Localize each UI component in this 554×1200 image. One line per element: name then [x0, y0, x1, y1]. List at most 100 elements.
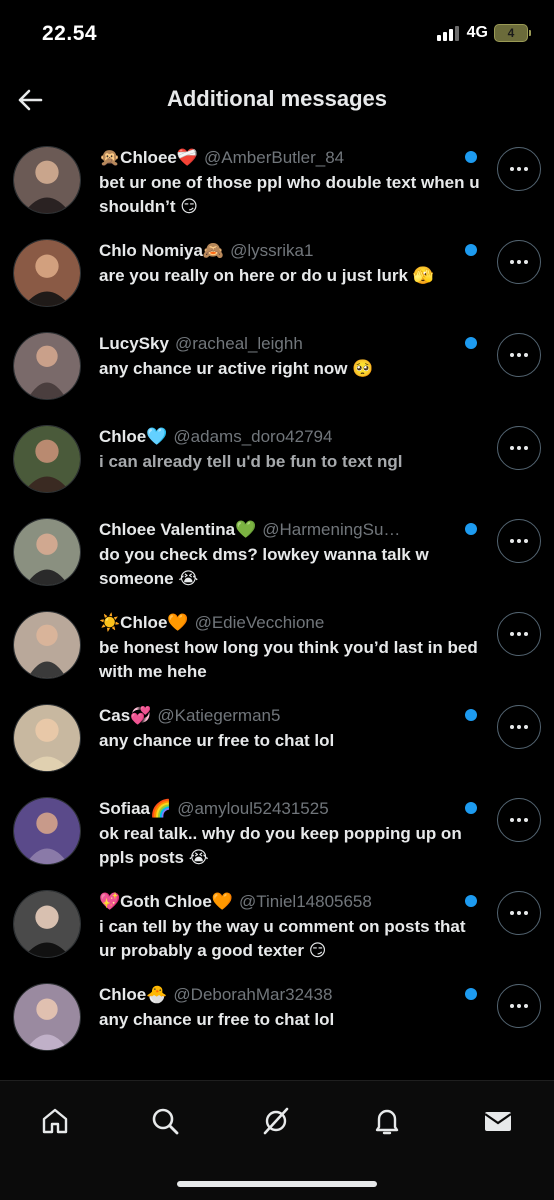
message-row[interactable]: 💖Goth Chloe🧡 @Tiniel14805658 i can tell b…: [0, 877, 554, 970]
sender-prefix-emoji: ☀️: [99, 613, 121, 632]
cellular-signal-icon: [436, 25, 459, 41]
avatar[interactable]: [13, 704, 81, 772]
sender-name: Sofiaa: [99, 799, 151, 818]
more-horizontal-icon: [510, 353, 514, 357]
more-horizontal-icon: [510, 260, 514, 264]
sender-name: Chlo Nomiya: [99, 241, 203, 260]
sender-line: Chlo Nomiya🙈 @lyssrika1: [99, 240, 474, 262]
message-preview: i can already tell u'd be fun to text ng…: [99, 452, 403, 471]
avatar[interactable]: [13, 797, 81, 865]
message-request-list[interactable]: 🙊Chloee❤️‍🩹 @AmberButler_84 bet ur one of…: [0, 133, 554, 1078]
avatar[interactable]: [13, 239, 81, 307]
sender-line: Cas💞 @Katiegerman5: [99, 705, 474, 727]
message-row[interactable]: Chloee Valentina💚 @HarmeningSu… do you ch…: [0, 505, 554, 598]
message-row[interactable]: Chloe🐣 @DeborahMar32438 any chance ur fre…: [0, 970, 554, 1063]
battery-icon: 4: [494, 24, 531, 42]
header: Additional messages: [0, 70, 554, 130]
sender-name-emoji: 🩵: [146, 427, 168, 446]
more-options-button[interactable]: [497, 984, 541, 1028]
search-icon: [152, 1108, 179, 1135]
sender-handle: @adams_doro42794: [173, 427, 333, 446]
sender-handle: @lyssrika1: [230, 241, 314, 260]
message-preview: any chance ur free to chat lol: [99, 731, 335, 750]
page-title: Additional messages: [166, 86, 388, 111]
sender-name-emoji: 🌈: [150, 799, 172, 818]
message-row[interactable]: Cas💞 @Katiegerman5 any chance ur free to …: [0, 691, 554, 784]
message-preview: any chance ur free to chat lol: [99, 1010, 335, 1029]
avatar[interactable]: [13, 332, 81, 400]
sender-handle: @Katiegerman5: [157, 706, 281, 725]
unread-dot: [465, 337, 477, 349]
avatar[interactable]: [13, 425, 81, 493]
sender-line: ☀️Chloe🧡 @EdieVecchione: [99, 612, 474, 634]
tab-notifications[interactable]: [365, 1099, 409, 1143]
more-horizontal-icon: [510, 818, 514, 822]
more-options-button[interactable]: [497, 612, 541, 656]
sender-name-emoji: 💚: [235, 520, 257, 539]
more-options-button[interactable]: [497, 333, 541, 377]
sender-name: Cas: [99, 706, 131, 725]
sender-line: Chloe🐣 @DeborahMar32438: [99, 984, 474, 1006]
sender-name: Chloe: [99, 427, 147, 446]
sender-name: LucySky: [99, 334, 169, 353]
sender-name: Goth Chloe: [120, 892, 212, 911]
message-row[interactable]: 🙊Chloee❤️‍🩹 @AmberButler_84 bet ur one of…: [0, 133, 554, 226]
unread-dot: [465, 151, 477, 163]
sender-line: Chloe🩵 @adams_doro42794: [99, 426, 474, 448]
bottom-tab-bar: [0, 1080, 554, 1200]
home-indicator[interactable]: [177, 1181, 377, 1187]
message-preview: are you really on here or do u just lurk…: [99, 266, 434, 285]
message-row[interactable]: ☀️Chloe🧡 @EdieVecchione be honest how lon…: [0, 598, 554, 691]
sender-name-emoji: 🧡: [167, 613, 189, 632]
message-preview: i can tell by the way u comment on posts…: [99, 917, 466, 960]
message-row[interactable]: LucySky @racheal_leighh any chance ur act…: [0, 319, 554, 412]
message-row[interactable]: Chloe🩵 @adams_doro42794 i can already tel…: [0, 412, 554, 505]
avatar[interactable]: [13, 146, 81, 214]
message-row[interactable]: Sofiaa🌈 @amyloul52431525 ok real talk.. w…: [0, 784, 554, 877]
avatar[interactable]: [13, 518, 81, 586]
more-options-button[interactable]: [497, 147, 541, 191]
sender-line: 💖Goth Chloe🧡 @Tiniel14805658: [99, 891, 474, 913]
sender-name: Chloe: [99, 985, 147, 1004]
message-row[interactable]: Chlo Nomiya🙈 @lyssrika1 are you really on…: [0, 226, 554, 319]
more-horizontal-icon: [510, 539, 514, 543]
bell-icon: [375, 1109, 399, 1135]
avatar[interactable]: [13, 611, 81, 679]
avatar[interactable]: [13, 983, 81, 1051]
message-preview: do you check dms? lowkey wanna talk w so…: [99, 545, 429, 588]
more-horizontal-icon: [510, 446, 514, 450]
unread-dot: [465, 802, 477, 814]
more-options-button[interactable]: [497, 240, 541, 284]
status-indicators: 4G 4: [436, 24, 531, 42]
more-horizontal-icon: [510, 725, 514, 729]
status-bar: 22.54 4G 4: [0, 0, 554, 70]
more-options-button[interactable]: [497, 705, 541, 749]
sender-handle: @EdieVecchione: [194, 613, 325, 632]
mail-icon: [484, 1112, 512, 1131]
avatar[interactable]: [13, 890, 81, 958]
more-horizontal-icon: [510, 632, 514, 636]
more-horizontal-icon: [510, 167, 514, 171]
unread-dot: [465, 988, 477, 1000]
sender-prefix-emoji: 💖: [99, 892, 121, 911]
tab-grok[interactable]: [254, 1099, 298, 1143]
sender-handle: @DeborahMar32438: [173, 985, 333, 1004]
more-options-button[interactable]: [497, 891, 541, 935]
more-options-button[interactable]: [497, 798, 541, 842]
sender-handle: @racheal_leighh: [174, 334, 303, 353]
tab-home[interactable]: [33, 1099, 77, 1143]
unread-dot: [465, 523, 477, 535]
sender-line: LucySky @racheal_leighh: [99, 333, 474, 355]
message-preview: any chance ur active right now 🥺: [99, 359, 374, 378]
tab-search[interactable]: [143, 1099, 187, 1143]
grok-icon: [263, 1107, 289, 1135]
unread-dot: [465, 244, 477, 256]
sender-name: Chloee Valentina: [99, 520, 236, 539]
more-horizontal-icon: [510, 1004, 514, 1008]
tab-messages[interactable]: [476, 1099, 520, 1143]
sender-name: Chloee: [120, 148, 177, 167]
more-options-button[interactable]: [497, 426, 541, 470]
sender-handle: @AmberButler_84: [204, 148, 345, 167]
more-options-button[interactable]: [497, 519, 541, 563]
sender-name-emoji: ❤️‍🩹: [176, 148, 199, 167]
